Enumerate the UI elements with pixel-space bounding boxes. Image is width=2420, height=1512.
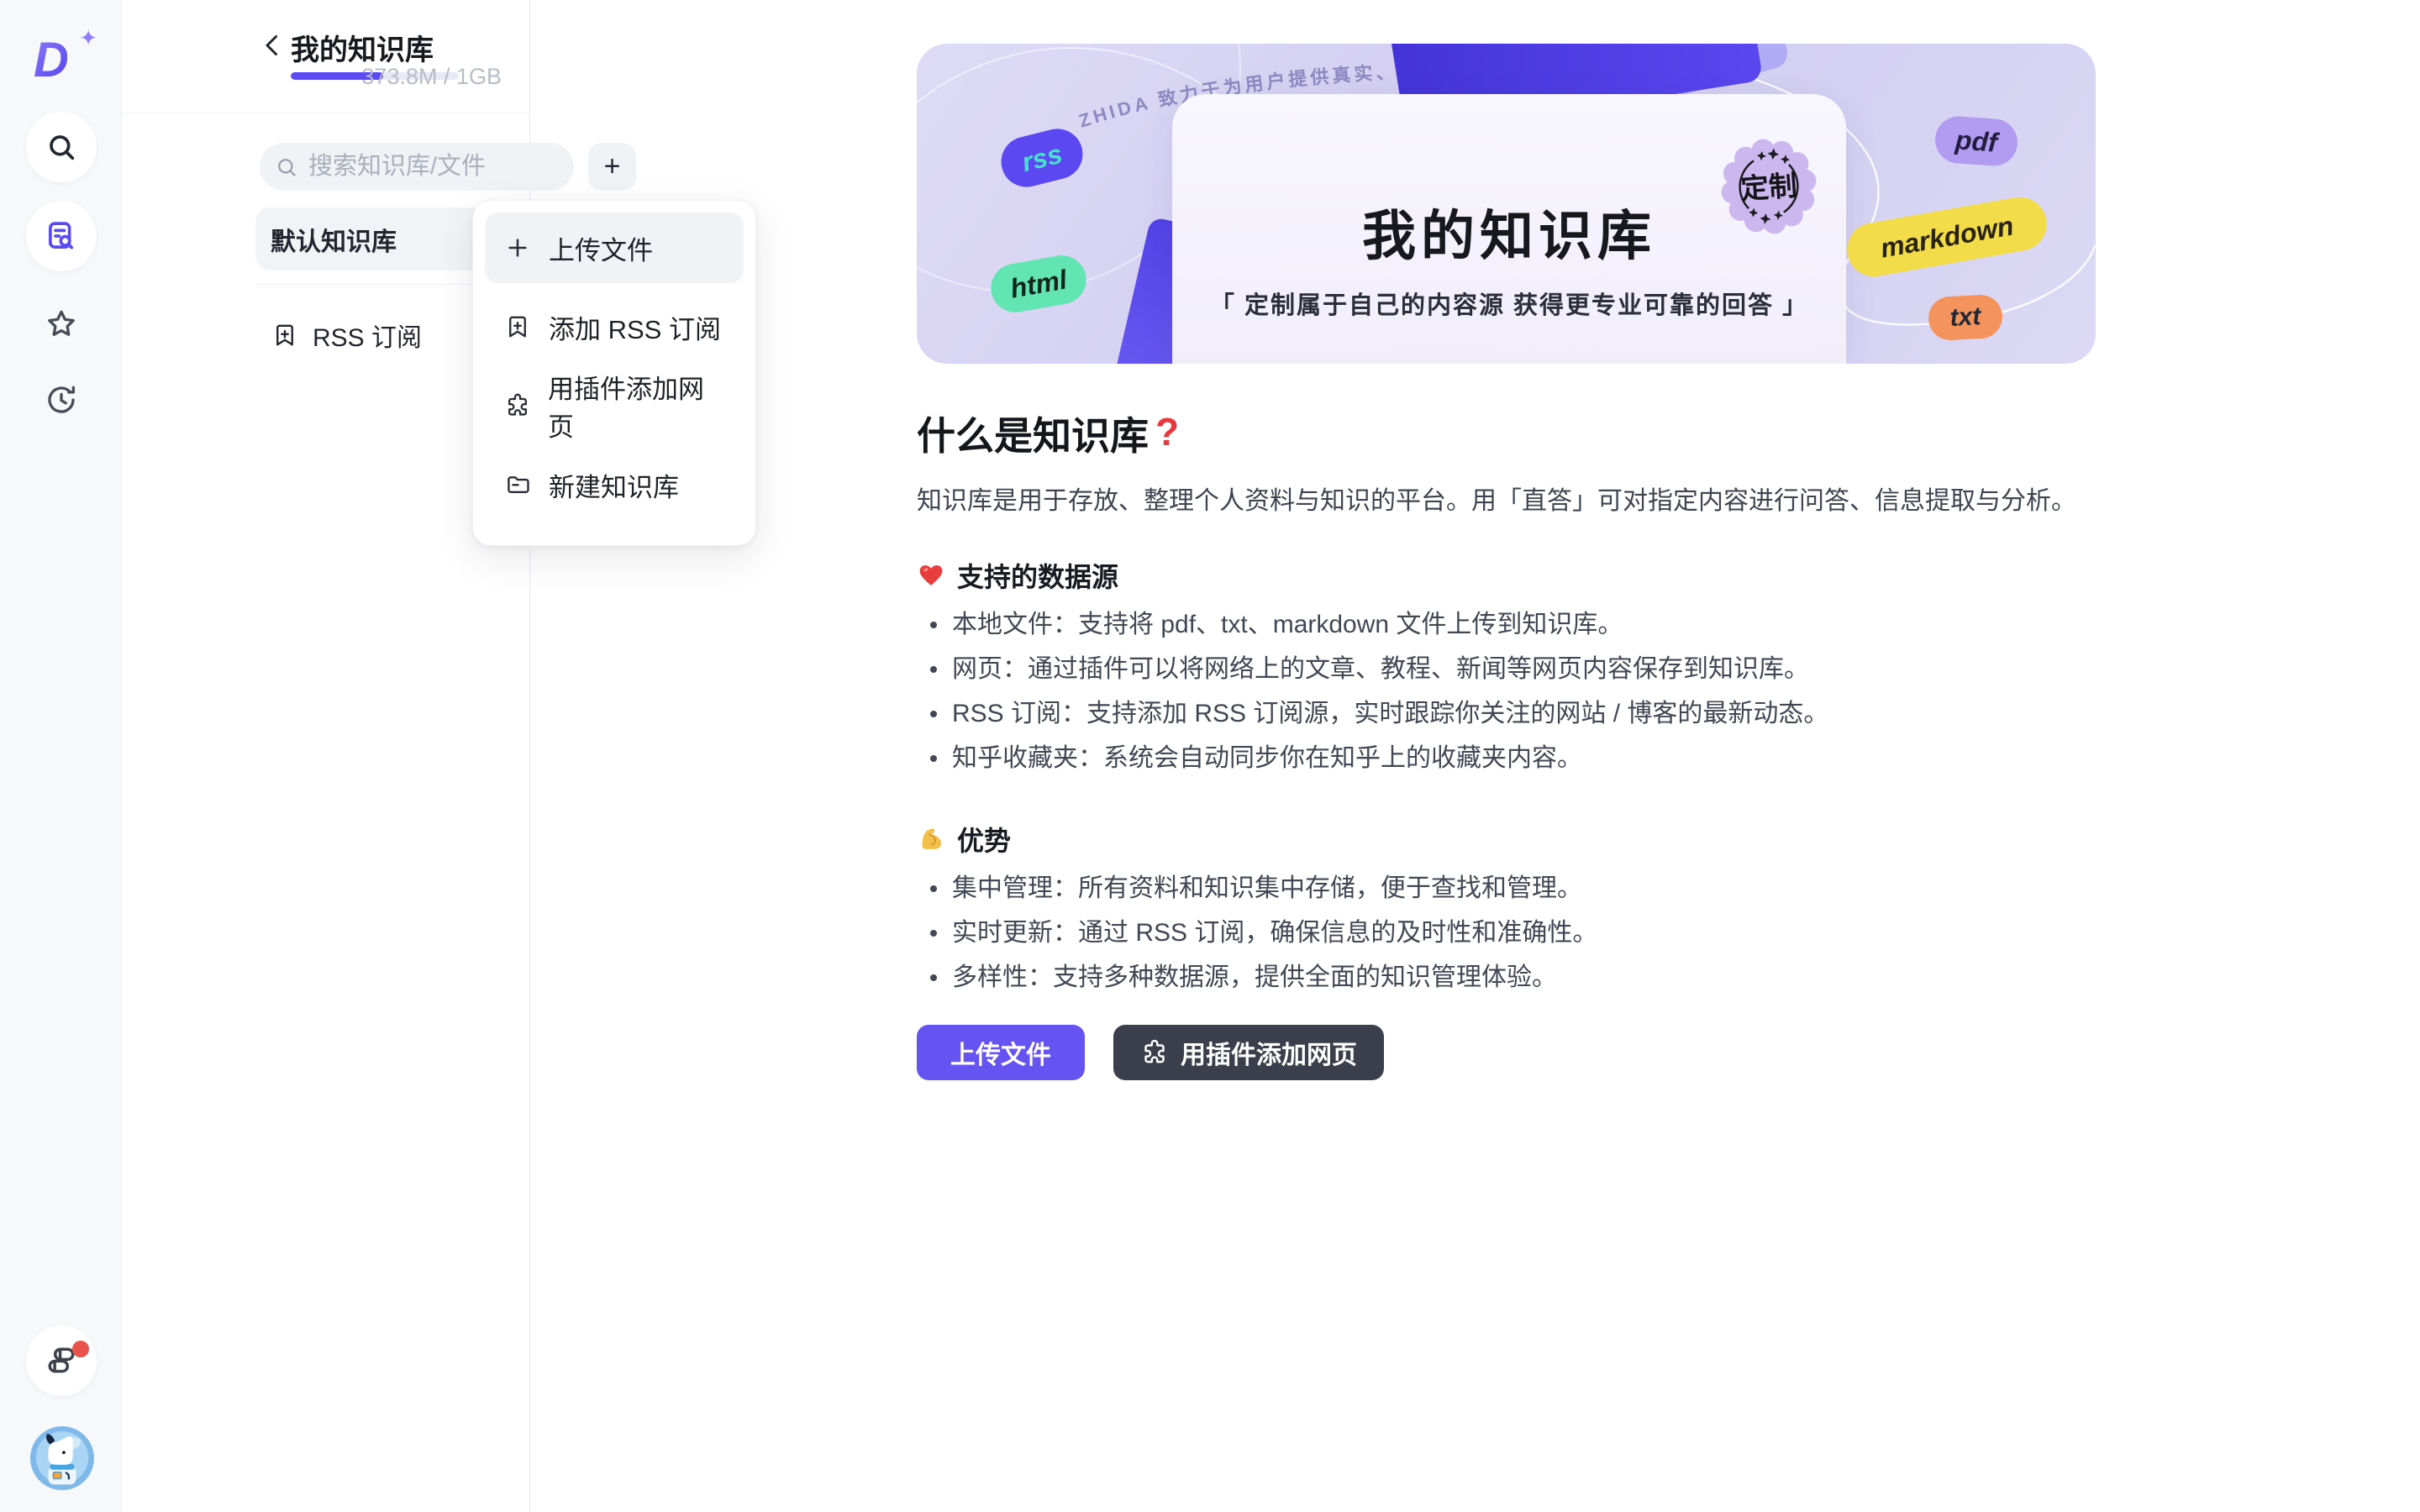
list-item: 多样性：支持多种数据源，提供全面的知识管理体验。 (917, 955, 2096, 1000)
list-item: 网页：通过插件可以将网络上的文章、教程、新闻等网页内容保存到知识库。 (917, 647, 2096, 691)
custom-stamp: 定制 (1712, 129, 1826, 244)
menu-item-label: 新建知识库 (549, 466, 679, 504)
menu-item-label: 用插件添加网页 (548, 368, 725, 444)
data-source-list: 本地文件：支持将 pdf、txt、markdown 文件上传到知识库。 网页：通… (917, 602, 2096, 780)
hero-subtitle: 「 定制属于自己的内容源 获得更专业可靠的回答 」 (1172, 286, 1846, 321)
list-item: 知乎收藏夹：系统会自动同步你在知乎上的收藏夹内容。 (917, 736, 2096, 780)
panel-search[interactable] (260, 143, 574, 191)
chevron-left-icon (261, 33, 283, 58)
back-button[interactable] (257, 27, 287, 64)
list-item: 实时更新：通过 RSS 订阅，确保信息的及时性和准确性。 (917, 911, 2096, 955)
hero-banner: ZHIDA 致力于为用户提供真实、可信回答的 AI 搜索产品 我的知识库 「 定… (917, 44, 2096, 364)
heart-emoji (917, 562, 945, 589)
section-title-data-sources: 支持的数据源 (917, 559, 2096, 592)
menu-item-label: 添加 RSS 订阅 (549, 308, 721, 346)
menu-item-add-webpage-plugin[interactable]: 用插件添加网页 (485, 370, 744, 441)
panel-add-button[interactable]: + (588, 143, 636, 191)
search-icon (45, 130, 78, 164)
cta-row: 上传文件 用插件添加网页 (917, 1025, 2096, 1080)
avatar[interactable] (29, 1425, 95, 1491)
knowledge-panel: 我的知识库 373.8M / 1GB + 默认知识库 RSS 订阅 (123, 0, 530, 1512)
plus-icon (503, 234, 532, 262)
menu-item-label: 上传文件 (549, 229, 653, 267)
biceps-emoji (917, 825, 945, 853)
stamp-label: 定制 (1739, 170, 1797, 206)
list-item: RSS 订阅：支持添加 RSS 订阅源，实时跟踪你关注的网站 / 博客的最新动态… (917, 691, 2096, 736)
star-icon (44, 307, 79, 342)
badge-txt: txt (1928, 294, 2004, 342)
main-content: ZHIDA 致力于为用户提供真实、可信回答的 AI 搜索产品 我的知识库 「 定… (917, 44, 2096, 1080)
logo-letter: D (34, 33, 67, 87)
knowledge-base-icon (44, 218, 79, 254)
search-icon (275, 155, 298, 179)
add-webpage-plugin-button[interactable]: 用插件添加网页 (1113, 1025, 1384, 1080)
badge-pdf: pdf (1933, 115, 2019, 168)
panel-header: 我的知识库 373.8M / 1GB (123, 0, 529, 113)
page-title: 什么是知识库 ? (917, 406, 2096, 461)
app-logo[interactable]: D ✦ (34, 32, 92, 86)
menu-item-new-knowledge-base[interactable]: 新建知识库 (485, 449, 744, 520)
panel-title: 我的知识库 (291, 27, 434, 68)
intro-text: 知识库是用于存放、整理个人资料与知识的平台。用「直答」可对指定内容进行问答、信息… (917, 483, 2096, 520)
history-icon (44, 382, 79, 417)
notification-dot (72, 1341, 89, 1357)
add-dropdown-menu: 上传文件 添加 RSS 订阅 用插件添加网页 新建知识库 (472, 200, 756, 546)
puzzle-icon (503, 391, 531, 420)
menu-item-upload-file[interactable]: 上传文件 (485, 213, 744, 283)
folder-new-icon (503, 470, 532, 499)
list-item: 集中管理：所有资料和知识集中存储，便于查找和管理。 (917, 866, 2096, 911)
rail-library-button[interactable] (26, 1326, 97, 1396)
question-mark-emoji: ? (1155, 409, 1179, 454)
rail-favorites-button[interactable] (26, 289, 97, 360)
advantage-list: 集中管理：所有资料和知识集中存储，便于查找和管理。 实时更新：通过 RSS 订阅… (917, 866, 2096, 1000)
rss-item-label: RSS 订阅 (313, 317, 422, 354)
storage-label: 373.8M / 1GB (361, 64, 502, 90)
upload-file-button[interactable]: 上传文件 (917, 1025, 1085, 1080)
rail-search-button[interactable] (26, 112, 97, 182)
section-title-advantages: 优势 (917, 822, 2096, 856)
menu-item-add-rss[interactable]: 添加 RSS 订阅 (485, 291, 744, 362)
icon-rail: D ✦ (0, 0, 122, 1512)
puzzle-icon (1140, 1038, 1169, 1067)
bookmark-plus-icon (503, 312, 532, 341)
logo-sparkle-icon: ✦ (79, 25, 97, 51)
bookmark-plus-icon (271, 321, 299, 349)
rail-history-button[interactable] (26, 365, 97, 435)
list-item: 本地文件：支持将 pdf、txt、markdown 文件上传到知识库。 (917, 602, 2096, 647)
search-input[interactable] (308, 153, 544, 181)
kb-item-label: 默认知识库 (271, 221, 397, 258)
rail-knowledge-base-button[interactable] (26, 201, 97, 271)
